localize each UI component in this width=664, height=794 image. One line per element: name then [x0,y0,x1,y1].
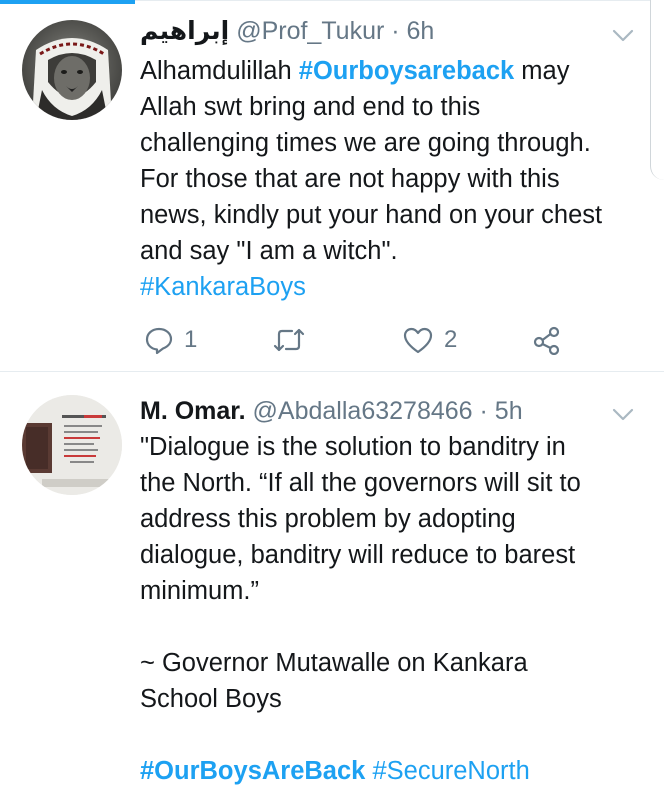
timestamp[interactable]: 6h [407,17,435,45]
tweet-text-segment: minimum.” [140,577,259,605]
timestamp[interactable]: 5h [495,397,523,425]
tweet-line: address this problem by adopting [140,501,636,537]
tweet-text-segment: may [514,57,570,85]
tweet-line: news, kindly put your hand on your chest [140,197,636,233]
tweet-card[interactable]: إبراهيم @Prof_Tukur · 6h Alhamdulillah #… [0,0,664,372]
retweet-button[interactable] [272,320,306,360]
tweet-header: إبراهيم @Prof_Tukur · 6h [140,14,434,48]
tweet-text-segment: Allah swt bring and end to this [140,93,481,121]
chevron-down-icon[interactable] [610,22,636,48]
separator-dot: · [391,17,400,45]
tweet-line: School Boys [140,681,636,717]
tweet-text-segment: School Boys [140,685,282,713]
user-handle[interactable]: @Prof_Tukur [236,17,384,45]
tweet-text-segment: address this problem by adopting [140,505,516,533]
tweet-text-segment: "Dialogue is the solution to banditry in [140,433,566,461]
tweet-card[interactable]: M. Omar. @Abdalla63278466 · 5h "Dialogue… [0,373,664,794]
tweet-line: For those that are not happy with this [140,161,636,197]
tweet-line: minimum.” [140,573,636,609]
hashtag-link[interactable]: #OurBoysAreBack [140,757,365,785]
tweet-text: "Dialogue is the solution to banditry in… [140,429,636,789]
hashtag-link[interactable]: #KankaraBoys [140,273,306,301]
tweet-line: #KankaraBoys [140,269,636,305]
avatar-lion[interactable] [22,20,122,120]
tweet-header: M. Omar. @Abdalla63278466 · 5h [140,394,523,428]
share-icon [532,325,562,355]
tweet-text-segment: dialogue, banditry will reduce to barest [140,541,576,569]
tweet-actions: 1 2 [140,320,580,360]
chevron-down-icon[interactable] [610,401,636,427]
tweet-line: challenging times we are going through. [140,125,636,161]
tweet-line: dialogue, banditry will reduce to barest [140,537,636,573]
retweet-icon [272,325,306,355]
hashtag-link[interactable]: #SecureNorth [372,757,529,785]
hashtag-link[interactable]: #Ourboysareback [299,57,514,85]
tweet-text-segment: and say "I am a witch". [140,237,398,265]
tweet-line: Alhamdulillah #Ourboysareback may [140,53,636,89]
display-name[interactable]: M. Omar. [140,397,246,425]
like-button[interactable]: 2 [402,320,457,360]
tweet-line: and say "I am a witch". [140,233,636,269]
tweet-line: #OurBoysAreBack #SecureNorth [140,753,636,789]
like-count: 2 [444,326,458,353]
reply-count: 1 [184,326,198,353]
reply-icon [144,325,174,355]
tweet-text-segment: For those that are not happy with this [140,165,560,193]
reply-button[interactable]: 1 [144,320,197,360]
tweet-text-segment: the North. “If all the governors will si… [140,469,581,497]
tweet-line: "Dialogue is the solution to banditry in [140,429,636,465]
tweet-text-segment: news, kindly put your hand on your chest [140,201,603,229]
tweet-line: the North. “If all the governors will si… [140,465,636,501]
tweet-text-segment: ~ Governor Mutawalle on Kankara [140,649,528,677]
tweet-text-segment: challenging times we are going through. [140,129,591,157]
display-name[interactable]: إبراهيم [140,17,229,45]
heart-icon [402,325,434,355]
avatar-slide[interactable] [22,395,122,495]
share-button[interactable] [532,320,562,360]
separator-dot: · [479,397,488,425]
user-handle[interactable]: @Abdalla63278466 [253,397,473,425]
tweet-text-segment: Alhamdulillah [140,57,299,85]
tweet-text: Alhamdulillah #Ourboysareback may Allah s… [140,53,636,305]
tweet-line: Allah swt bring and end to this [140,89,636,125]
tweet-line: ~ Governor Mutawalle on Kankara [140,645,636,681]
